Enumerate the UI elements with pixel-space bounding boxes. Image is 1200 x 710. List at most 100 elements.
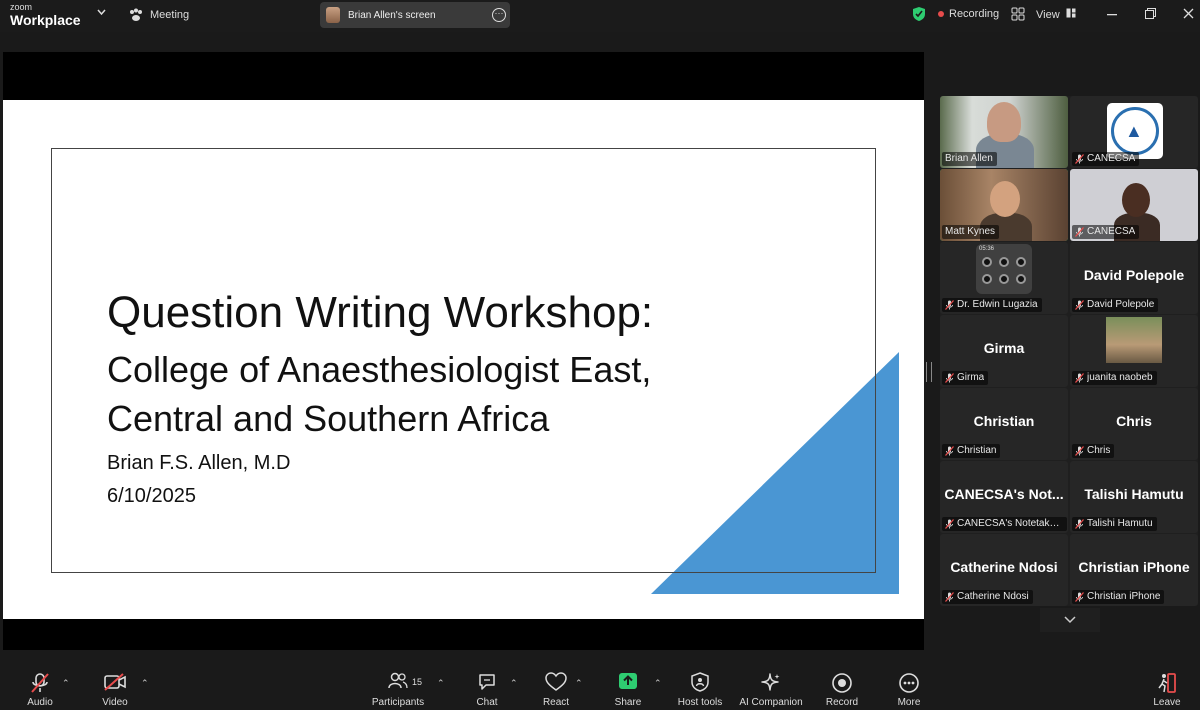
chat-options-caret[interactable]: ⌃ <box>510 678 518 689</box>
close-icon[interactable] <box>1183 8 1194 19</box>
chevron-down-icon <box>1064 616 1076 624</box>
brand-small: zoom <box>10 2 33 12</box>
participant-name-label: Matt Kynes <box>942 225 1000 239</box>
participant-display-name: Catherine Ndosi <box>950 559 1058 575</box>
recording-dot <box>938 11 944 17</box>
participant-tile[interactable]: Matt Kynes <box>940 169 1068 241</box>
shared-screen: Question Writing Workshop: College of An… <box>3 52 924 650</box>
video-label: Video <box>102 697 128 708</box>
audio-button[interactable]: Audio <box>18 664 62 710</box>
participant-name: Brian Allen <box>945 153 993 164</box>
view-layout-icon <box>1066 8 1076 18</box>
phone-time: 05:36 <box>979 246 995 252</box>
participant-name: Catherine Ndosi <box>957 591 1029 602</box>
participant-tile[interactable]: ▲ CANECSA <box>1070 96 1198 168</box>
participant-tile[interactable]: 05:36 Dr. Edwin Lugazia <box>940 242 1068 314</box>
participant-name-label: Talishi Hamutu <box>1072 517 1157 531</box>
canecsa-logo: ▲ <box>1107 103 1163 159</box>
paw-icon <box>130 8 142 21</box>
panel-resize-handle[interactable] <box>926 362 932 382</box>
more-options-icon[interactable]: ··· <box>492 8 506 22</box>
mic-muted-icon <box>1075 227 1084 237</box>
participant-name: Talishi Hamutu <box>1087 518 1153 529</box>
minimize-icon[interactable] <box>1107 14 1117 16</box>
shield-check-icon <box>913 7 925 21</box>
view-button[interactable]: View <box>1036 8 1076 21</box>
participant-tile[interactable]: Christian Christian <box>940 388 1068 460</box>
participants-button[interactable]: Participants <box>368 664 428 710</box>
audio-label: Audio <box>27 697 53 708</box>
participant-tile[interactable]: CANECSA <box>1070 169 1198 241</box>
share-screen-icon <box>619 673 637 689</box>
screen-share-label: Brian Allen's screen <box>348 9 436 21</box>
participant-tile[interactable]: Christian iPhone Christian iPhone <box>1070 534 1198 606</box>
participant-display-name: Girma <box>983 340 1025 356</box>
record-icon <box>832 673 852 693</box>
participants-label: Participants <box>371 697 425 708</box>
restore-icon[interactable] <box>1145 8 1156 19</box>
ai-companion-label: AI Companion <box>739 697 803 708</box>
participant-name-label: Catherine Ndosi <box>942 590 1033 604</box>
mic-muted-icon <box>1075 300 1084 310</box>
react-options-caret[interactable]: ⌃ <box>575 678 583 689</box>
participant-name: Chris <box>1087 445 1111 456</box>
react-button[interactable]: React <box>536 664 576 710</box>
participants-options-caret[interactable]: ⌃ <box>437 678 445 689</box>
participant-tile[interactable]: Catherine Ndosi Catherine Ndosi <box>940 534 1068 606</box>
participant-count: 15 <box>412 677 423 687</box>
mic-muted-icon <box>945 519 954 529</box>
participant-display-name: David Polepole <box>1083 267 1185 283</box>
recording-indicator[interactable]: Recording <box>912 6 1025 22</box>
react-label: React <box>542 697 570 708</box>
share-options-caret[interactable]: ⌃ <box>654 678 662 689</box>
slide-date: 6/10/2025 <box>107 485 196 507</box>
participant-tile[interactable]: Girma Girma <box>940 315 1068 387</box>
participant-tile[interactable]: Chris Chris <box>1070 388 1198 460</box>
participant-tile[interactable]: CANECSA's Not... CANECSA's Notetaker ... <box>940 461 1068 533</box>
participant-tile[interactable]: David Polepole David Polepole <box>1070 242 1198 314</box>
video-options-caret[interactable]: ⌃ <box>141 678 149 689</box>
chevron-down-icon[interactable] <box>97 9 106 16</box>
leave-button[interactable]: Leave <box>1146 664 1188 710</box>
participant-name: CANECSA <box>1087 153 1136 164</box>
mic-muted-icon <box>31 673 49 693</box>
participant-avatar: 05:36 <box>976 244 1032 294</box>
host-tools-button[interactable]: Host tools <box>675 664 725 710</box>
leave-icon <box>1158 673 1176 693</box>
participant-name: CANECSA's Notetaker ... <box>957 518 1063 529</box>
mic-muted-icon <box>945 592 954 602</box>
mic-muted-icon <box>1075 446 1084 456</box>
recording-label: Recording <box>949 8 1000 20</box>
share-button[interactable]: Share <box>608 664 648 710</box>
mic-muted-icon <box>1075 592 1084 602</box>
participant-name-label: Girma <box>942 371 989 385</box>
meeting-toolbar: Audio ⌃ Video ⌃ Participants 15 ⌃ Chat ⌃… <box>0 664 1200 710</box>
participant-tile[interactable]: Talishi Hamutu Talishi Hamutu <box>1070 461 1198 533</box>
slide-subtitle-line2: Central and Southern Africa <box>107 398 550 439</box>
screen-share-pill[interactable]: Brian Allen's screen ··· <box>320 2 510 28</box>
record-button[interactable]: Record <box>822 664 862 710</box>
chat-button[interactable]: Chat <box>467 664 507 710</box>
mic-muted-icon <box>1075 373 1084 383</box>
audio-options-caret[interactable]: ⌃ <box>62 678 70 689</box>
slide-subtitle-line1: College of Anaesthesiologist East, <box>107 349 652 390</box>
participant-name: Matt Kynes <box>945 226 996 237</box>
video-button[interactable]: Video <box>93 664 137 710</box>
app-logo: zoom Workplace <box>10 2 81 28</box>
participant-name-label: Christian <box>942 444 1001 458</box>
presentation-slide: Question Writing Workshop: College of An… <box>3 100 924 619</box>
mic-muted-icon <box>1075 519 1084 529</box>
gallery-grid-icon[interactable] <box>1011 7 1025 21</box>
participant-tile[interactable]: juanita naobeb <box>1070 315 1198 387</box>
participant-name: juanita naobeb <box>1087 372 1153 383</box>
ai-companion-button[interactable]: AI Companion <box>736 664 806 710</box>
gallery-scroll-down-button[interactable] <box>1040 608 1100 632</box>
more-button[interactable]: More <box>889 664 929 710</box>
meeting-button[interactable]: Meeting <box>128 8 189 22</box>
share-label: Share <box>614 697 642 708</box>
participant-tile[interactable]: Brian Allen <box>940 96 1068 168</box>
participant-display-name: Talishi Hamutu <box>1084 486 1184 502</box>
presenter-avatar <box>326 7 340 23</box>
participant-name-label: CANECSA's Notetaker ... <box>942 517 1067 531</box>
slide-author: Brian F.S. Allen, M.D <box>107 452 291 474</box>
